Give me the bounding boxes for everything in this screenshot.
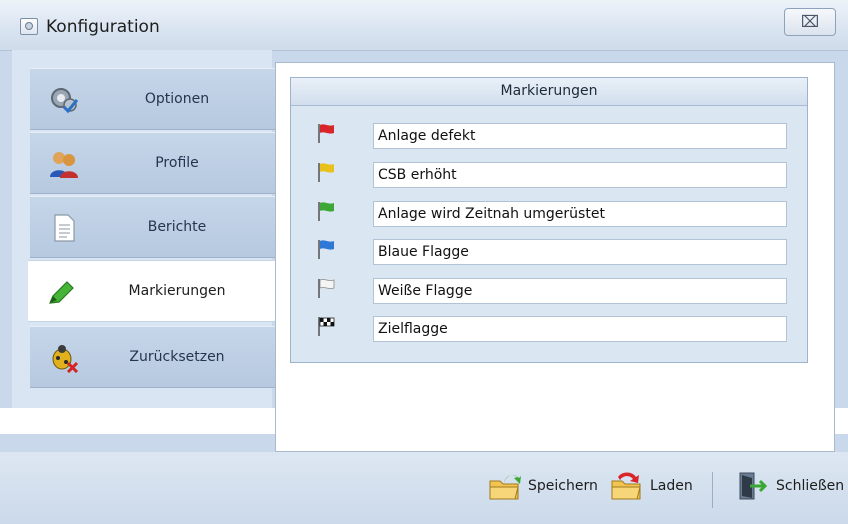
nav-frame-bottom — [0, 434, 275, 452]
title-bar: Konfiguration ⌧ — [0, 0, 848, 51]
nav-item-label: Profile — [155, 155, 199, 171]
save-folder-icon — [489, 475, 521, 500]
marking-field-5[interactable]: Weiße Flagge — [373, 278, 787, 304]
load-folder-icon — [611, 472, 641, 500]
load-button[interactable]: Laden — [610, 470, 700, 502]
nav-item-profile[interactable]: Profile — [30, 132, 276, 194]
nav-item-berichte[interactable]: Berichte — [30, 196, 276, 258]
marking-field-4[interactable]: Blaue Flagge — [373, 239, 787, 265]
nav-item-label: Markierungen — [128, 283, 226, 299]
marking-field-3[interactable]: Anlage wird Zeitnah umgerüstet — [373, 201, 787, 227]
content-panel-bottom — [275, 408, 835, 452]
markings-group-title: Markierungen — [291, 78, 807, 106]
yellow-flag-icon — [318, 163, 334, 182]
marking-field-1[interactable]: Anlage defekt — [373, 123, 787, 149]
save-label: Speichern — [528, 478, 598, 494]
nav-item-label: Optionen — [144, 91, 210, 107]
green-flag-icon — [318, 202, 334, 221]
close-label: Schließen — [776, 478, 845, 494]
nav-item-label: Berichte — [147, 219, 207, 235]
markings-group: Markierungen Anlage defekt CSB erhöht An… — [290, 77, 808, 363]
nav-item-optionen[interactable]: Optionen — [30, 68, 276, 130]
config-window: Konfiguration ⌧ Optionen Profile Bericht… — [0, 0, 848, 524]
load-label: Laden — [650, 478, 693, 494]
nav-item-zuruecksetzen[interactable]: Zurücksetzen — [30, 326, 276, 388]
nav-item-label: Zurücksetzen — [129, 349, 225, 365]
bottom-toolbar — [0, 452, 848, 524]
checkered-flag-icon — [318, 317, 335, 336]
marking-field-2[interactable]: CSB erhöht — [373, 162, 787, 188]
close-button[interactable]: Schließen — [736, 470, 844, 502]
window-app-icon — [20, 18, 38, 35]
white-flag-icon — [318, 279, 335, 298]
blue-flag-icon — [318, 240, 334, 259]
window-title: Konfiguration — [46, 17, 160, 37]
close-window-button[interactable]: ⌧ — [784, 8, 836, 36]
red-flag-icon — [318, 124, 334, 143]
exit-door-icon — [739, 472, 768, 500]
save-button[interactable]: Speichern — [488, 470, 600, 502]
nav-item-markierungen[interactable]: Markierungen — [28, 260, 278, 322]
toolbar-separator — [712, 472, 713, 508]
marking-field-6[interactable]: Zielflagge — [373, 316, 787, 342]
